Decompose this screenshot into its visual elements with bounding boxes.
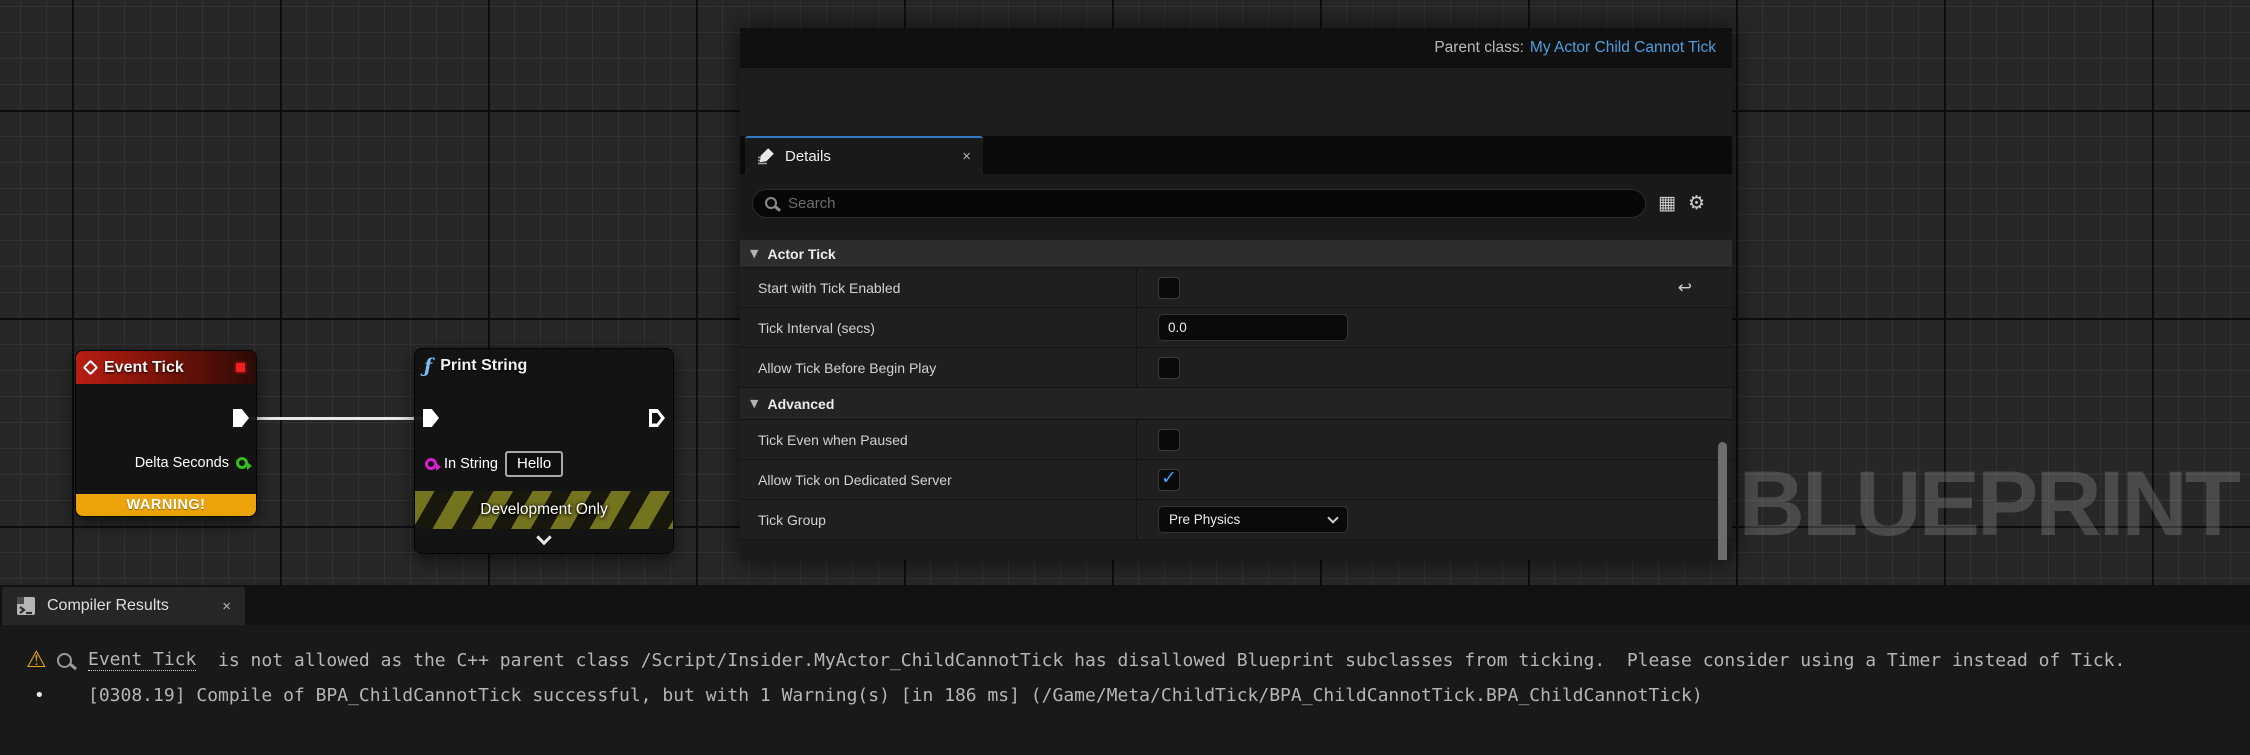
- function-icon: ƒ: [424, 357, 432, 376]
- search-input[interactable]: [786, 194, 1633, 213]
- section-header-advanced[interactable]: ▼ Advanced: [740, 388, 1732, 420]
- tick-group-dropdown[interactable]: Pre Physics: [1158, 506, 1348, 533]
- tab-label: Compiler Results: [47, 597, 169, 615]
- in-string-value-field[interactable]: Hello: [505, 451, 563, 477]
- property-label: Tick Interval (secs): [758, 320, 875, 336]
- property-row-allow-tick-before-begin-play: Allow Tick Before Begin Play: [740, 348, 1732, 388]
- settings-gear-icon[interactable]: ⚙: [1688, 194, 1705, 213]
- exec-output-pin[interactable]: [649, 409, 665, 427]
- compiler-log-message: • [0308.19] Compile of BPA_ChildCannotTi…: [0, 680, 2250, 710]
- log-text: [0308.19] Compile of BPA_ChildCannotTick…: [88, 685, 1703, 706]
- property-label: Allow Tick Before Begin Play: [758, 360, 936, 376]
- display-filter-icon[interactable]: ▦: [1658, 194, 1676, 213]
- parent-class-bar: Parent class: My Actor Child Cannot Tick: [740, 28, 1732, 68]
- property-label: Tick Group: [758, 512, 826, 528]
- section-header-actor-tick[interactable]: ▼ Actor Tick: [740, 240, 1732, 268]
- warning-text: is not allowed as the C++ parent class /…: [196, 650, 2125, 671]
- close-tab-icon[interactable]: ×: [222, 598, 231, 615]
- compiler-tab-bar: Compiler Results ×: [0, 585, 2250, 625]
- expander-arrow-icon[interactable]: ▼: [750, 247, 758, 260]
- tab-details[interactable]: Details ×: [745, 136, 983, 174]
- delta-seconds-pin-icon[interactable]: [236, 457, 248, 469]
- delta-seconds-pin-row[interactable]: Delta Seconds: [135, 455, 248, 471]
- node-warning-banner: WARNING!: [76, 494, 256, 516]
- section-title: Actor Tick: [767, 246, 835, 262]
- pin-label: Delta Seconds: [135, 455, 229, 471]
- property-label: Start with Tick Enabled: [758, 280, 900, 296]
- checkmark-icon: ✓: [1161, 469, 1177, 488]
- bullet-icon: •: [34, 685, 45, 706]
- property-row-tick-interval: Tick Interval (secs): [740, 308, 1732, 348]
- details-scrollbar[interactable]: [1718, 442, 1727, 560]
- property-row-tick-group: Tick Group Pre Physics: [740, 500, 1732, 540]
- reset-to-default-icon[interactable]: ↩: [1678, 278, 1692, 298]
- exec-output-pin[interactable]: [233, 409, 249, 427]
- details-pencil-icon: [757, 147, 775, 165]
- start-with-tick-enabled-checkbox[interactable]: [1158, 277, 1180, 299]
- parent-class-link[interactable]: My Actor Child Cannot Tick: [1530, 39, 1716, 57]
- event-tick-node[interactable]: Event Tick Delta Seconds WARNING!: [75, 350, 257, 517]
- details-search-row: ▦ ⚙: [740, 174, 1732, 232]
- property-row-tick-even-when-paused: Tick Even when Paused: [740, 420, 1732, 460]
- compiler-results-panel: Compiler Results × ⚠ Event Tick is not a…: [0, 585, 2250, 755]
- compiler-message-list: ⚠ Event Tick is not allowed as the C++ p…: [0, 625, 2250, 755]
- warning-icon: ⚠: [26, 649, 47, 672]
- tick-interval-input[interactable]: [1158, 314, 1348, 341]
- allow-tick-on-dedicated-server-checkbox[interactable]: ✓: [1158, 469, 1180, 491]
- tick-even-when-paused-checkbox[interactable]: [1158, 429, 1180, 451]
- development-only-label: Development Only: [480, 501, 608, 519]
- details-panel: Parent class: My Actor Child Cannot Tick…: [740, 28, 1732, 560]
- development-only-banner: Development Only: [415, 491, 673, 529]
- close-tab-icon[interactable]: ×: [962, 148, 971, 165]
- print-string-node[interactable]: ƒ Print String In String Hello Developme…: [414, 348, 674, 554]
- property-row-start-with-tick-enabled: Start with Tick Enabled ↩: [740, 268, 1732, 308]
- parent-class-label: Parent class:: [1434, 39, 1524, 57]
- exec-input-pin[interactable]: [423, 409, 439, 427]
- property-label: Allow Tick on Dedicated Server: [758, 472, 952, 488]
- panel-toolbar-area: [740, 68, 1732, 136]
- node-title: Event Tick: [104, 359, 184, 377]
- event-tick-link[interactable]: Event Tick: [88, 649, 196, 671]
- dropdown-value: Pre Physics: [1169, 512, 1240, 527]
- node-expand-chevron-icon[interactable]: [536, 530, 552, 546]
- node-title: Print String: [440, 357, 527, 375]
- expander-arrow-icon[interactable]: ▼: [750, 397, 758, 410]
- print-string-header[interactable]: ƒ Print String: [415, 349, 673, 383]
- details-property-list: ▼ Actor Tick Start with Tick Enabled ↩ T…: [740, 232, 1732, 560]
- search-box[interactable]: [752, 189, 1646, 218]
- blueprint-watermark: BLUEPRINT: [1739, 452, 2238, 557]
- exec-wire: [249, 417, 424, 420]
- event-icon: [83, 360, 99, 376]
- pin-label: In String: [444, 456, 498, 472]
- event-tick-header[interactable]: Event Tick: [76, 351, 256, 384]
- chevron-down-icon: [1327, 512, 1338, 523]
- find-in-graph-icon[interactable]: [57, 653, 72, 668]
- tab-compiler-results[interactable]: Compiler Results ×: [2, 587, 245, 625]
- search-icon: [765, 197, 777, 209]
- property-label: Tick Even when Paused: [758, 432, 908, 448]
- compiler-warning-message: ⚠ Event Tick is not allowed as the C++ p…: [0, 645, 2250, 675]
- tab-label: Details: [785, 148, 831, 165]
- allow-tick-before-begin-play-checkbox[interactable]: [1158, 357, 1180, 379]
- details-tab-bar: Details ×: [740, 136, 1732, 174]
- blueprint-editor: BLUEPRINT Event Tick Delta Seconds WARNI…: [0, 0, 2250, 755]
- in-string-pin-row[interactable]: In String Hello: [425, 451, 563, 477]
- section-title: Advanced: [767, 396, 834, 412]
- compiler-results-icon: [16, 596, 36, 616]
- in-string-pin-icon[interactable]: [425, 458, 437, 470]
- property-row-allow-tick-on-dedicated-server: Allow Tick on Dedicated Server ✓: [740, 460, 1732, 500]
- node-disabled-indicator-icon: [234, 361, 247, 374]
